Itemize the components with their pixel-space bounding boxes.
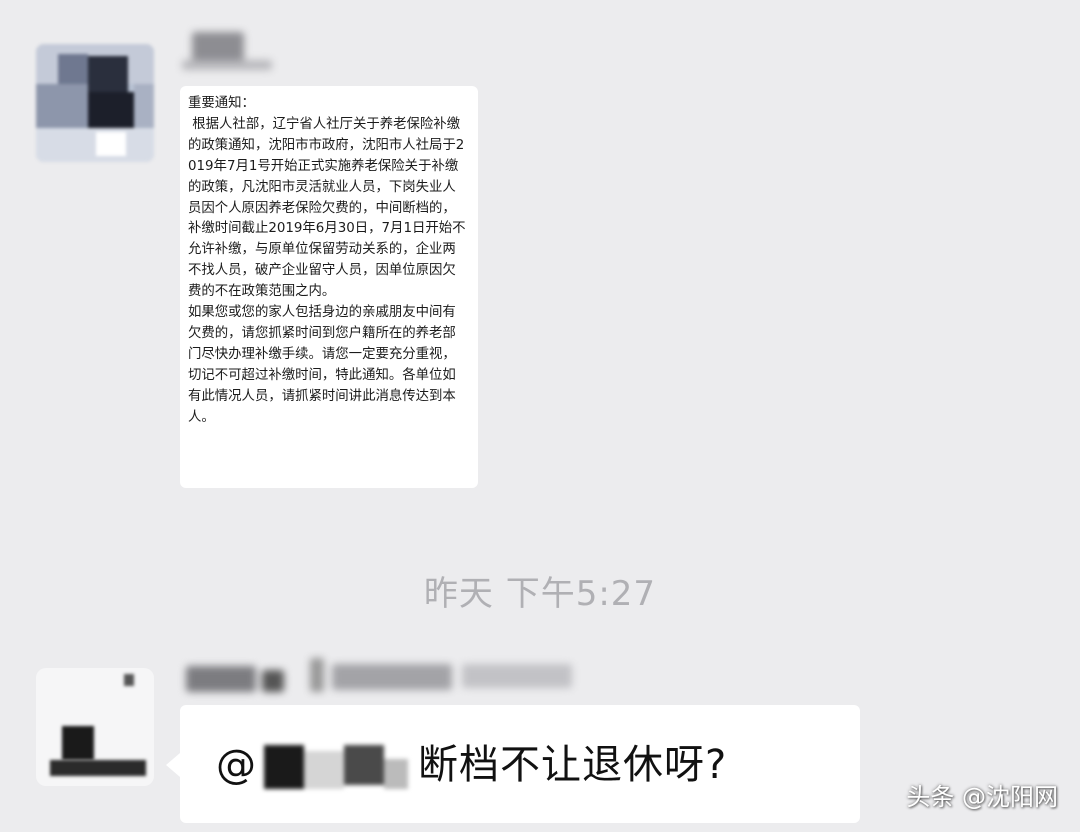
bubble-tail — [166, 753, 180, 777]
avatar-pixel — [50, 760, 146, 776]
sender-name-redacted — [182, 652, 592, 700]
message-text: 断档不让退休呀? — [418, 742, 728, 788]
avatar-pixel — [134, 84, 154, 134]
chat-window: 重要通知： 根据人社部，辽宁省人社厅关于养老保险补缴的政策通知，沈阳市市政府，沈… — [0, 0, 1080, 832]
avatar-pixel — [62, 726, 94, 760]
avatar-pixel — [36, 84, 88, 128]
sender-avatar[interactable] — [36, 668, 154, 786]
message-bubble[interactable]: @ 断档不让退休呀? — [166, 705, 860, 823]
avatar-pixel — [88, 92, 134, 132]
avatar-pixel — [36, 128, 154, 162]
sender-avatar[interactable] — [36, 44, 154, 162]
timestamp: 昨天 下午5:27 — [423, 574, 657, 614]
mention-name-redacted — [264, 745, 408, 791]
avatar-pixel — [96, 132, 126, 156]
avatar-pixel — [124, 674, 134, 686]
sender-name-redacted — [182, 24, 292, 74]
avatar-pixel — [88, 56, 128, 92]
source-watermark: 头条 @沈阳网 — [906, 783, 1058, 811]
message-text: 重要通知： 根据人社部，辽宁省人社厅关于养老保险补缴的政策通知，沈阳市市政府，沈… — [188, 96, 466, 425]
message-bubble[interactable]: 重要通知： 根据人社部，辽宁省人社厅关于养老保险补缴的政策通知，沈阳市市政府，沈… — [180, 86, 478, 488]
mention-prefix: @ — [216, 742, 256, 788]
